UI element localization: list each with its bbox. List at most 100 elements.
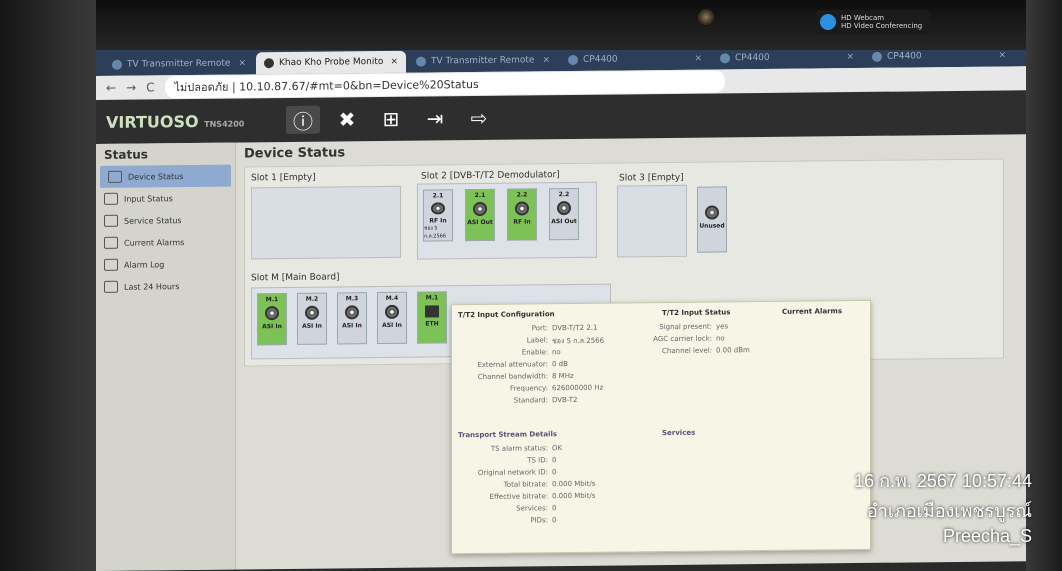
port-name: ASI Out <box>551 217 577 226</box>
connector-icon <box>431 202 445 215</box>
port-card[interactable]: 2.1 RF In ช่อง 5 ก.ล.2566 <box>423 189 453 242</box>
reload-icon[interactable]: C <box>146 80 154 94</box>
network-icon[interactable]: ⊞ <box>374 105 408 133</box>
kv-row: Signal present: yes <box>632 322 728 331</box>
log-icon <box>104 258 118 271</box>
kv-key: Port: <box>531 324 548 333</box>
browser-tab[interactable]: TV Transmitter Remote × <box>104 52 254 76</box>
kv-value: 0.000 Mbit/s <box>552 491 596 501</box>
alarms-title: Current Alarms <box>782 307 842 316</box>
kv-key: Channel bandwidth: <box>477 372 548 382</box>
port-card[interactable]: M.1 ETH <box>417 291 447 344</box>
kv-value: OK <box>552 444 563 453</box>
close-icon[interactable]: × <box>238 58 246 68</box>
port-number: M.1 <box>265 296 279 304</box>
port-card[interactable]: M.1 ASI In <box>257 292 287 346</box>
port-number: 2.1 <box>474 191 486 200</box>
port-card[interactable]: 2.2 RF In <box>507 188 537 241</box>
slot3-box[interactable] <box>617 184 687 258</box>
favicon-icon <box>872 51 882 62</box>
sidebar-item-label: Alarm Log <box>124 259 165 270</box>
status-title: T/T2 Input Status <box>662 308 731 318</box>
kv-key: Standard: <box>513 396 548 405</box>
sidebar-item[interactable]: Input Status <box>96 187 235 210</box>
webcam-title: HD Webcam <box>841 14 885 22</box>
webcam-icon <box>820 14 836 30</box>
port-name: RF In <box>513 218 531 226</box>
sidebar-item[interactable]: Alarm Log <box>96 253 235 276</box>
laptop-bezel-left <box>0 0 96 571</box>
device-status-icon <box>108 170 122 183</box>
close-icon[interactable]: × <box>390 57 398 67</box>
login-icon[interactable]: ⇥ <box>418 104 452 132</box>
forward-icon[interactable]: → <box>126 81 136 95</box>
favicon-icon <box>264 58 274 69</box>
alarm-icon <box>104 236 118 249</box>
ethernet-icon <box>425 305 439 318</box>
kv-key: Channel level: <box>662 346 712 356</box>
sidebar-item[interactable]: Device Status <box>100 164 231 188</box>
kv-row: TS ID: 0 <box>458 456 556 465</box>
browser-tab[interactable]: TV Transmitter Remote × <box>408 49 558 73</box>
sidebar-item-label: Device Status <box>128 171 184 182</box>
brand-name: VIRTUOSO <box>106 111 199 132</box>
kv-key: PIDs: <box>530 516 548 525</box>
connector-icon <box>705 205 719 220</box>
connector-icon <box>385 304 399 319</box>
webcam-badge: HD Webcam HD Video Conferencing <box>816 10 930 34</box>
config-title: T/T2 Input Configuration <box>458 310 555 320</box>
slot1-box[interactable] <box>251 185 401 260</box>
slot3-unused-port[interactable]: Unused <box>697 186 727 253</box>
port-card[interactable]: M.4 ASI In <box>377 291 407 345</box>
kv-row: Channel level: 0.00 dBm <box>632 346 750 355</box>
kv-key: Total bitrate: <box>503 480 548 489</box>
favicon-icon <box>416 56 426 67</box>
kv-key: Signal present: <box>659 322 712 332</box>
port-card[interactable]: M.2 ASI In <box>297 292 327 345</box>
kv-row: Channel bandwidth: 8 MHz <box>458 372 574 381</box>
kv-value: 0 dB <box>552 360 568 369</box>
kv-row: TS alarm status: OK <box>458 444 562 453</box>
tab-label: Khao Kho Probe Monito <box>279 56 384 69</box>
kv-value: 0.000 Mbit/s <box>552 479 596 489</box>
browser-tab[interactable]: CP4400 × <box>560 48 710 72</box>
connector-icon <box>557 201 571 216</box>
slot3-label: Slot 3 [Empty] <box>619 172 684 184</box>
sidebar-item-label: Last 24 Hours <box>124 281 180 292</box>
close-icon[interactable]: × <box>846 52 854 62</box>
kv-row: PIDs: 0 <box>458 516 556 525</box>
kv-key: Effective bitrate: <box>489 492 548 501</box>
port-card[interactable]: 2.2 ASI Out <box>549 187 579 241</box>
sidebar-item[interactable]: Last 24 Hours <box>96 275 235 298</box>
services-title: Services <box>662 428 696 438</box>
tools-icon[interactable]: ✖ <box>330 105 364 133</box>
logout-icon[interactable]: ⇨ <box>462 104 496 132</box>
port-number: 2.2 <box>516 191 528 199</box>
close-icon[interactable]: × <box>542 55 550 65</box>
browser-tab[interactable]: Khao Kho Probe Monito × <box>256 50 406 75</box>
sidebar-item-label: Input Status <box>124 193 173 204</box>
kv-key: Label: <box>526 336 548 345</box>
port-number: 2.2 <box>558 191 570 199</box>
webcam-subtitle: HD Video Conferencing <box>841 22 923 30</box>
port-card[interactable]: 2.1 ASI Out <box>465 188 495 242</box>
sidebar-item[interactable]: Current Alarms <box>96 231 235 254</box>
history-icon <box>104 280 118 293</box>
port-number: M.4 <box>385 294 399 302</box>
tab-label: CP4400 <box>735 52 770 64</box>
tab-label: TV Transmitter Remote <box>431 55 535 67</box>
back-icon[interactable]: ← <box>106 81 116 95</box>
connector-icon <box>265 306 279 321</box>
kv-row: Frequency: 626000000 Hz <box>458 384 603 394</box>
kv-value: no <box>716 334 725 343</box>
info-icon[interactable]: ⓘ <box>286 105 320 135</box>
brand-model: TNS4200 <box>204 118 245 129</box>
port-number: M.1 <box>425 294 439 302</box>
close-icon[interactable]: × <box>998 50 1006 60</box>
sidebar-title: Status <box>104 147 148 162</box>
sidebar-item[interactable]: Service Status <box>96 209 235 232</box>
kv-value: DVB-T/T2 2.1 <box>552 323 598 333</box>
close-icon[interactable]: × <box>694 54 702 64</box>
port-card[interactable]: M.3 ASI In <box>337 292 367 345</box>
kv-row: Total bitrate: 0.000 Mbit/s <box>458 479 596 489</box>
